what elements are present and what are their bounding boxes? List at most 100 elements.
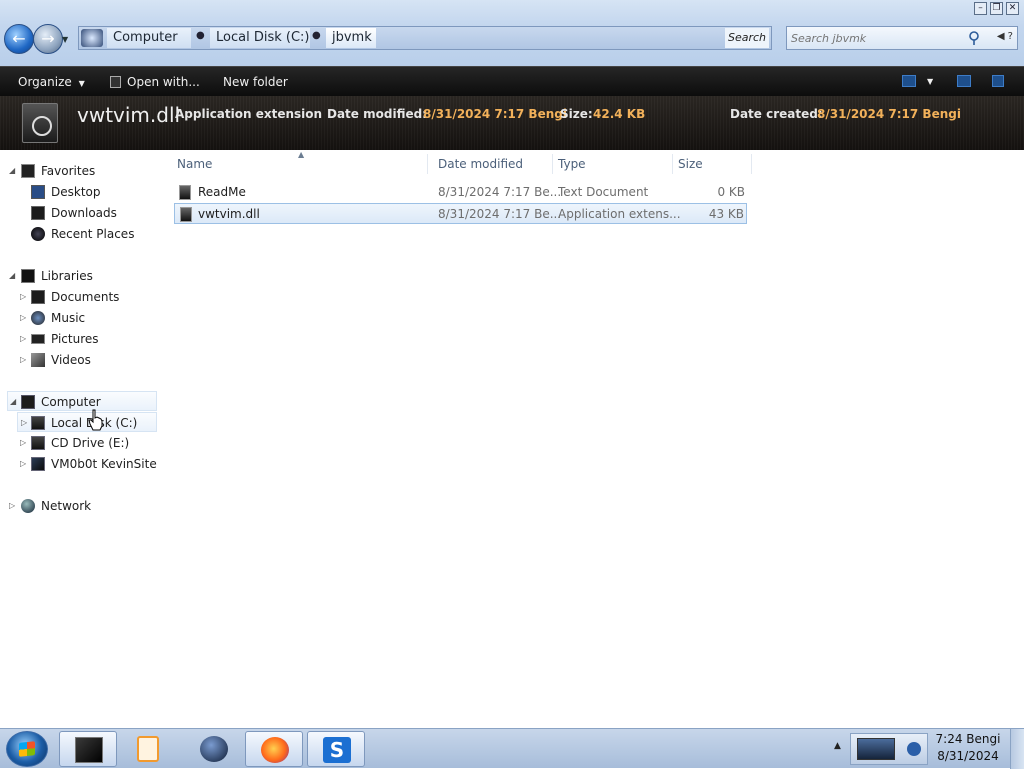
file-type: Text Document (558, 185, 649, 199)
show-hidden-icons-button[interactable]: ▲ (834, 741, 841, 751)
open-with-icon (110, 76, 121, 88)
file-row-selected[interactable]: vwtvim.dll 8/31/2024 7:17 Be... Applicat… (174, 203, 747, 224)
collapsed-arrow-icon[interactable]: ▷ (9, 496, 15, 516)
collapsed-arrow-icon[interactable]: ▷ (20, 454, 26, 474)
file-type: Application extens... (558, 207, 681, 221)
change-view-icon[interactable] (902, 75, 916, 87)
collapsed-arrow-icon[interactable]: ▷ (20, 308, 26, 328)
forward-button[interactable]: → (33, 24, 63, 54)
column-header: ▲ Name Date modified Type Size (172, 150, 752, 174)
hand-cursor-icon (88, 409, 103, 431)
taskbar-explorer[interactable] (59, 731, 117, 767)
open-with-button[interactable]: Open with... (110, 67, 200, 97)
maximize-button[interactable]: ❐ (990, 2, 1003, 15)
taskbar-firefox[interactable] (245, 731, 303, 767)
clock-date: 8/31/2024 (937, 749, 999, 763)
column-type[interactable]: Type (553, 154, 673, 174)
pictures-icon (31, 334, 45, 344)
music-icon (31, 311, 45, 325)
downloads-icon (31, 206, 45, 220)
cd-drive-icon (31, 436, 45, 450)
nav-vm-share[interactable]: ▷ VM0b0t KevinSite (0, 454, 160, 474)
column-size[interactable]: Size (673, 154, 752, 174)
view-options-dropdown[interactable]: ▼ (927, 67, 933, 97)
network-drive-icon (31, 457, 45, 471)
back-button[interactable]: ← (4, 24, 34, 54)
details-pane: vwtvim.dll Application extension Date mo… (0, 96, 1024, 150)
breadcrumb-local-disk[interactable]: Local Disk (C:) (210, 28, 310, 48)
nav-local-disk[interactable]: ▷ Local Disk (C:) (17, 412, 157, 432)
file-row[interactable]: ReadMe 8/31/2024 7:17 Be... Text Documen… (174, 182, 747, 203)
expanded-arrow-icon[interactable]: ◢ (9, 266, 15, 286)
collapsed-arrow-icon[interactable]: ▷ (20, 287, 26, 307)
open-with-label: Open with... (127, 75, 200, 89)
recent-places-icon (31, 227, 45, 241)
nav-desktop-label: Desktop (51, 185, 101, 199)
organize-label: Organize (18, 75, 72, 89)
nav-network[interactable]: ▷ Network (0, 496, 160, 516)
search-input[interactable] (789, 29, 969, 47)
nav-desktop[interactable]: Desktop (0, 182, 160, 202)
start-button[interactable] (6, 731, 48, 767)
taskbar-media-player[interactable] (120, 731, 178, 767)
nav-favorites[interactable]: ◢ Favorites (0, 161, 160, 181)
nav-computer[interactable]: ◢ Computer (7, 391, 157, 411)
details-created-value: 8/31/2024 7:17 Bengi (817, 107, 961, 121)
documents-icon (31, 290, 45, 304)
show-desktop-button[interactable] (1010, 729, 1024, 769)
nav-music-label: Music (51, 311, 86, 325)
breadcrumb-computer[interactable]: Computer (107, 28, 191, 48)
search-icon[interactable] (967, 30, 981, 46)
videos-icon (31, 353, 45, 367)
search-box[interactable]: ◀ ? (786, 26, 1018, 50)
nav-cd-drive[interactable]: ▷ CD Drive (E:) (0, 433, 160, 453)
computer-icon (21, 395, 35, 409)
collapsed-arrow-icon[interactable]: ▷ (20, 329, 26, 349)
nav-music[interactable]: ▷ Music (0, 308, 160, 328)
collapsed-arrow-icon[interactable]: ▷ (21, 413, 27, 433)
help-icon[interactable] (992, 75, 1004, 87)
globe-icon (200, 736, 228, 762)
taskbar-globe-app[interactable] (184, 731, 242, 767)
details-modified-value: 8/31/2024 7:17 Bengi (423, 107, 567, 121)
column-name[interactable]: Name (172, 154, 428, 174)
close-button[interactable]: ✕ (1006, 2, 1019, 15)
nav-videos[interactable]: ▷ Videos (0, 350, 160, 370)
nav-downloads[interactable]: Downloads (0, 203, 160, 223)
column-date-modified[interactable]: Date modified (433, 154, 553, 174)
minimize-button[interactable]: – (974, 2, 987, 15)
network-tray-icon[interactable] (857, 738, 895, 760)
file-explorer-icon (75, 737, 103, 763)
nav-libraries[interactable]: ◢ Libraries (0, 266, 160, 286)
collapsed-arrow-icon[interactable]: ▷ (20, 350, 26, 370)
breadcrumb-jbvmk[interactable]: jbvmk (326, 28, 376, 48)
file-name: vwtvim.dll (198, 207, 260, 221)
expanded-arrow-icon[interactable]: ◢ (10, 392, 16, 412)
clock[interactable]: 7:24 Bengi 8/31/2024 (930, 731, 1006, 767)
taskbar-sophos[interactable]: S (307, 731, 365, 767)
nav-pictures[interactable]: ▷ Pictures (0, 329, 160, 349)
breadcrumb-separator-icon[interactable]: ● (196, 30, 205, 41)
nav-vm-share-label: VM0b0t KevinSite (51, 457, 157, 471)
address-bar[interactable]: Computer ● Local Disk (C:) ● jbvmk Searc… (78, 26, 772, 50)
hard-drive-icon (31, 416, 45, 430)
firefox-icon (261, 737, 289, 763)
recent-pages-dropdown[interactable]: ▼ (62, 35, 68, 44)
file-size: 43 KB (708, 207, 744, 221)
volume-tray-icon[interactable] (907, 742, 921, 756)
expanded-arrow-icon[interactable]: ◢ (9, 161, 15, 181)
new-folder-button[interactable]: New folder (223, 67, 288, 97)
sophos-s-icon: S (323, 737, 351, 763)
preview-pane-icon[interactable] (957, 75, 971, 87)
refresh-button[interactable]: Search l (725, 28, 769, 48)
libraries-icon (21, 269, 35, 283)
breadcrumb-separator-icon[interactable]: ● (312, 30, 321, 41)
help-icon[interactable]: ◀ ? (997, 31, 1013, 42)
taskbar: S ▲ 7:24 Bengi 8/31/2024 (0, 728, 1024, 769)
nav-recent-places[interactable]: Recent Places (0, 224, 160, 244)
nav-documents[interactable]: ▷ Documents (0, 287, 160, 307)
organize-menu[interactable]: Organize ▼ (18, 67, 85, 97)
nav-cd-drive-label: CD Drive (E:) (51, 436, 130, 450)
system-tray (850, 733, 928, 765)
collapsed-arrow-icon[interactable]: ▷ (20, 433, 26, 453)
